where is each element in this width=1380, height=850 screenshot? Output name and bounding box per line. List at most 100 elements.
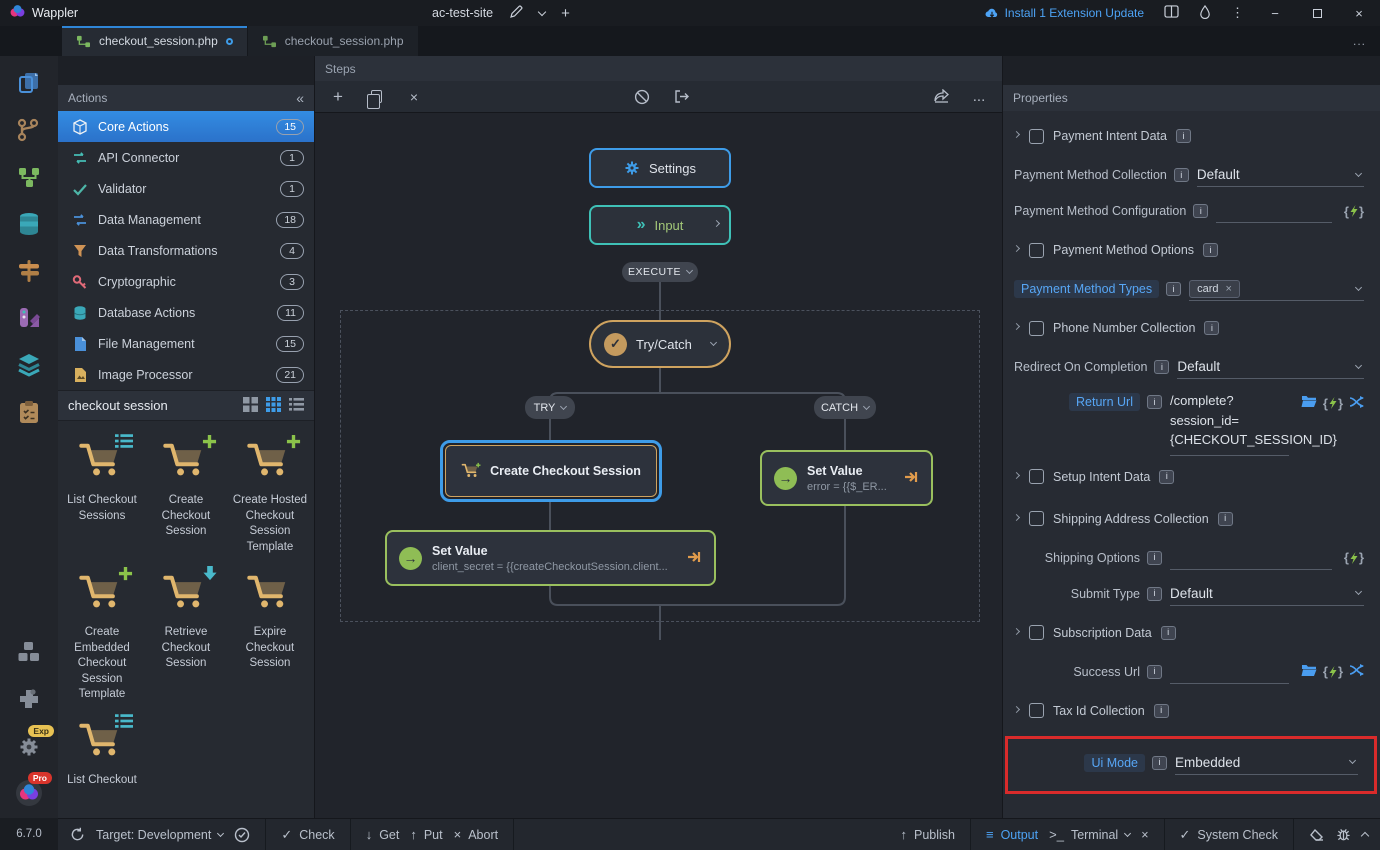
maximize-button[interactable] — [1306, 6, 1328, 21]
abort-button[interactable]: ×Abort — [454, 827, 498, 842]
tile-retrieve-checkout-session[interactable]: Retrieve Checkout Session — [144, 561, 228, 709]
folder-picker-icon[interactable] — [1301, 664, 1317, 680]
tab-checkout-session-active[interactable]: checkout_session.php — [62, 26, 248, 56]
version-control-icon[interactable] — [14, 115, 44, 145]
expand-icon[interactable] — [1013, 471, 1020, 478]
tile-create-embedded-checkout-session-template[interactable]: Create Embedded Checkout Session Templat… — [60, 561, 144, 709]
payment-method-types-select[interactable]: card× — [1189, 277, 1364, 301]
database-icon[interactable] — [14, 209, 44, 239]
setup-intent-data-checkbox[interactable] — [1029, 469, 1044, 484]
expand-icon[interactable] — [1013, 323, 1020, 330]
submit-type-select[interactable]: Default — [1170, 582, 1364, 606]
expand-icon[interactable] — [1013, 705, 1020, 712]
info-icon[interactable] — [1147, 665, 1162, 679]
info-icon[interactable] — [1193, 204, 1208, 218]
info-icon[interactable] — [1152, 756, 1167, 770]
close-output-icon[interactable]: × — [1141, 828, 1148, 842]
routing-icon[interactable] — [14, 256, 44, 286]
wappler-pro-icon[interactable]: Pro — [14, 778, 44, 808]
expand-input-icon[interactable] — [713, 220, 720, 227]
workflow-canvas[interactable]: Settings » Input EXECUTE ✓ Try/Catch TRY — [315, 113, 1002, 818]
expand-icon[interactable] — [1013, 513, 1020, 520]
check-button[interactable]: ✓Check — [281, 827, 334, 843]
view-grid-small-icon[interactable] — [266, 397, 281, 415]
category-core-actions[interactable]: Core Actions 15 — [58, 111, 314, 142]
dynamic-route-icon[interactable] — [1349, 396, 1364, 411]
tax-id-collection-checkbox[interactable] — [1029, 703, 1044, 718]
ui-mode-select[interactable]: Embedded — [1175, 751, 1358, 775]
expand-icon[interactable] — [1013, 245, 1020, 252]
trycatch-step-node[interactable]: ✓ Try/Catch — [589, 320, 731, 368]
payment-method-options-checkbox[interactable] — [1029, 243, 1044, 258]
success-url-input[interactable] — [1170, 660, 1289, 684]
extension-update-link[interactable]: Install 1 Extension Update — [985, 6, 1144, 20]
payment-method-collection-select[interactable]: Default — [1197, 163, 1364, 187]
refresh-target-button[interactable] — [70, 827, 85, 842]
target-selector[interactable]: Target: Development — [96, 828, 223, 842]
category-cryptographic[interactable]: Cryptographic 3 — [58, 266, 314, 297]
server-workflows-icon[interactable] — [14, 162, 44, 192]
category-api-connector[interactable]: API Connector 1 — [58, 142, 314, 173]
output-tab[interactable]: ≡Output — [986, 827, 1038, 842]
info-icon[interactable] — [1159, 470, 1174, 484]
binding-picker-icon[interactable]: {} — [1344, 550, 1364, 565]
info-icon[interactable] — [1174, 168, 1189, 182]
dynamic-route-icon[interactable] — [1349, 664, 1364, 679]
tile-create-checkout-session[interactable]: Create Checkout Session — [144, 429, 228, 561]
tile-list-checkout-sessions[interactable]: List Checkout Sessions — [60, 429, 144, 561]
expand-icon[interactable] — [1013, 627, 1020, 634]
info-icon[interactable] — [1154, 360, 1169, 374]
collapse-panel-up-icon[interactable] — [1362, 830, 1368, 839]
info-icon[interactable] — [1147, 551, 1162, 565]
shipping-options-input[interactable] — [1170, 546, 1332, 570]
set-value-client-secret-node[interactable]: → Set Value client_secret = {{createChec… — [385, 530, 716, 586]
expand-icon[interactable] — [1013, 131, 1020, 138]
info-icon[interactable] — [1204, 321, 1219, 335]
payment-method-configuration-input[interactable] — [1216, 199, 1332, 223]
layers-icon[interactable] — [14, 350, 44, 380]
info-icon[interactable] — [1147, 395, 1162, 409]
design-icon[interactable] — [14, 303, 44, 333]
minimize-button[interactable]: − — [1264, 6, 1286, 21]
more-menu-icon[interactable]: ⋮ — [1231, 5, 1244, 21]
terminal-tab[interactable]: >_Terminal — [1049, 827, 1130, 842]
info-icon[interactable] — [1161, 626, 1176, 640]
project-name[interactable]: ac-test-site — [432, 6, 493, 20]
target-status-icon[interactable] — [234, 827, 250, 843]
tile-create-hosted-checkout-session-template[interactable]: Create Hosted Checkout Session Template — [228, 429, 312, 561]
tasks-icon[interactable] — [14, 397, 44, 427]
packages-icon[interactable] — [14, 637, 44, 667]
actions-search-input[interactable] — [68, 398, 235, 413]
extensions-icon[interactable] — [14, 684, 44, 714]
put-button[interactable]: ↑Put — [410, 827, 442, 842]
clear-output-icon[interactable] — [1309, 828, 1325, 842]
execute-section-pill[interactable]: EXECUTE — [622, 262, 698, 282]
redirect-on-completion-select[interactable]: Default — [1177, 355, 1364, 379]
info-icon[interactable] — [1218, 512, 1233, 526]
shipping-address-collection-checkbox[interactable] — [1029, 511, 1044, 526]
settings-experimental-icon[interactable]: Exp — [14, 731, 44, 761]
catch-branch-pill[interactable]: CATCH — [814, 396, 876, 419]
binding-picker-icon[interactable]: {} — [1323, 664, 1343, 679]
collapse-panel-icon[interactable]: « — [296, 90, 304, 106]
input-step-node[interactable]: » Input — [589, 205, 731, 245]
project-dropdown-icon[interactable] — [538, 7, 546, 15]
publish-button[interactable]: ↑Publish — [900, 827, 955, 842]
category-database-actions[interactable]: Database Actions 11 — [58, 297, 314, 328]
category-data-transformations[interactable]: Data Transformations 4 — [58, 235, 314, 266]
settings-step-node[interactable]: Settings — [589, 148, 731, 188]
try-branch-pill[interactable]: TRY — [525, 396, 575, 419]
info-icon[interactable] — [1154, 704, 1169, 718]
binding-picker-icon[interactable]: {} — [1344, 204, 1364, 219]
delete-step-icon[interactable]: × — [405, 88, 423, 106]
add-project-icon[interactable]: + — [561, 5, 570, 22]
info-icon[interactable] — [1176, 129, 1191, 143]
disable-step-icon[interactable] — [633, 88, 651, 106]
tile-expire-checkout-session[interactable]: Expire Checkout Session — [228, 561, 312, 709]
remove-tag-icon[interactable]: × — [1226, 283, 1232, 295]
category-file-management[interactable]: File Management 15 — [58, 328, 314, 359]
files-icon[interactable] — [14, 68, 44, 98]
return-url-input[interactable]: /complete?session_id= {CHECKOUT_SESSION_… — [1170, 391, 1289, 456]
tile-list-checkout[interactable]: List Checkout — [60, 709, 144, 795]
view-grid-large-icon[interactable] — [243, 397, 258, 415]
